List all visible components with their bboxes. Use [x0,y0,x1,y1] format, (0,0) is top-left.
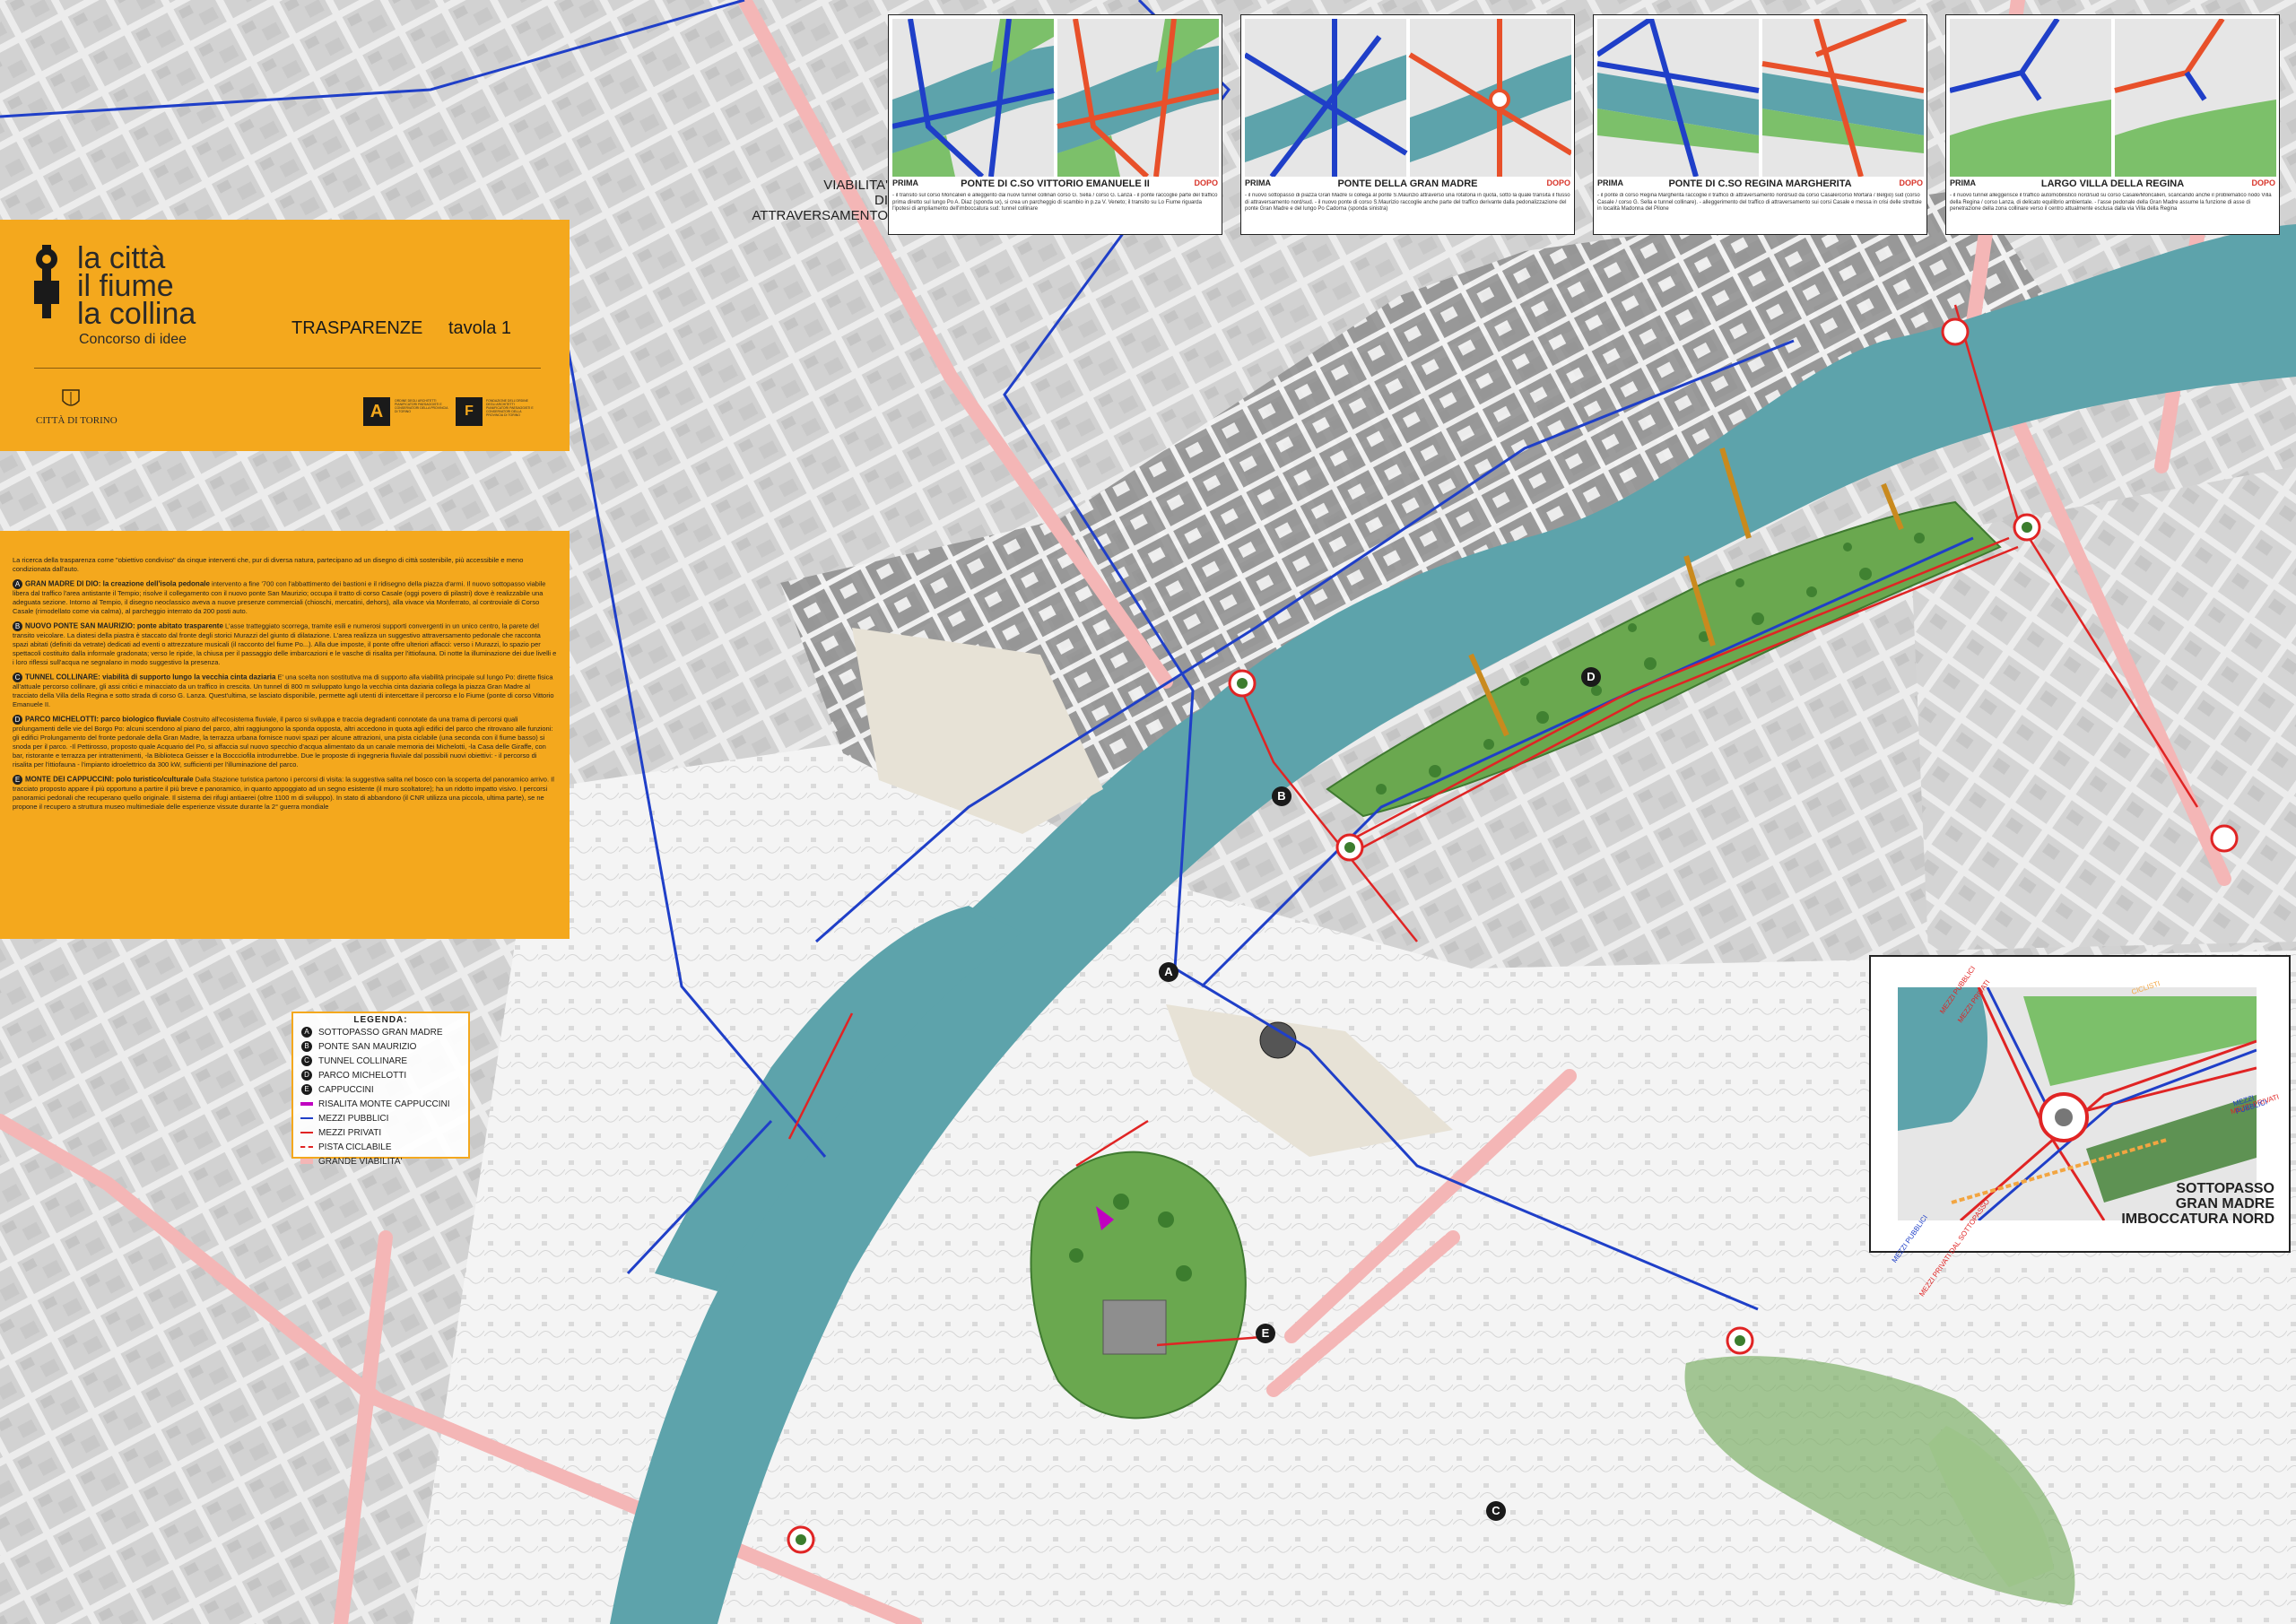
legend-marker-icon: D [300,1070,313,1081]
foundation-logo-icon: F [456,397,483,426]
legend-item-label: MEZZI PRIVATI [318,1127,382,1138]
inset-title-line-1: SOTTOPASSO [2176,1181,2274,1196]
title-box: la città il fiume la collina Concorso di… [0,220,570,451]
foundation-logo-text: FONDAZIONE DELL'ORDINE DEGLI ARCHITETTI … [486,399,534,417]
intro-text: La ricerca della trasparenza come "obiet… [13,556,524,573]
section-b: B NUOVO PONTE SAN MAURIZIO: ponte abitato… [13,621,557,667]
legend-item-label: SOTTOPASSO GRAN MADRE [318,1027,443,1038]
panel-3-dopo: DOPO [1899,178,1923,187]
legend-list: A SOTTOPASSO GRAN MADRE B PONTE SAN MAURIZI… [293,1025,468,1168]
legend-item: MEZZI PUBBLICI [293,1111,468,1125]
description-box: La ricerca della trasparenza come "obiet… [0,531,570,939]
panel-3-diagram [1597,19,1924,177]
inset-title: SOTTOPASSO GRAN MADRE IMBOCCATURA NORD [2121,1181,2274,1227]
panel-1-title: PONTE DI C.SO VITTORIO EMANUELE II [961,178,1150,189]
viabilita-label: VIABILITA' DI ATTRAVERSAMENTO [735,178,888,223]
panel-villa-regina[interactable]: PRIMA LARGO VILLA DELLA REGINA DOPO - il… [1945,14,2280,235]
legend-item-label: MEZZI PUBBLICI [318,1113,389,1124]
legend-item: GRANDE VIABILITA' [293,1154,468,1168]
legend-item: PISTA CICLABILE [293,1140,468,1154]
city-crest-icon [62,389,80,406]
panel-1-diagram [892,19,1219,177]
panel-4-diagram [1950,19,2276,177]
panel-vittorio-emanuele[interactable]: PRIMA PONTE DI C.SO VITTORIO EMANUELE II… [888,14,1222,235]
city-logo-text: CITTÀ DI TORINO [36,415,117,426]
letter-c-icon: C [13,673,22,682]
legend-item-label: PARCO MICHELOTTI [318,1070,407,1081]
section-d-heading: PARCO MICHELOTTI: parco biologico fluvia… [25,715,181,724]
legend-item: B PONTE SAN MAURIZIO [293,1039,468,1054]
inset-title-line-3: IMBOCCATURA NORD [2121,1211,2274,1227]
panel-4-desc: - il nuovo tunnel alleggerisce il traffi… [1950,193,2272,212]
legend-item-label: TUNNEL COLLINARE [318,1055,408,1066]
legend-magenta-line-icon [300,1099,313,1109]
legend-item: E CAPPUCCINI [293,1082,468,1097]
section-title: TRASPARENZE [291,318,423,338]
section-e: E MONTE DEI CAPPUCCINI: polo turistico/cu… [13,775,557,812]
legend-item-label: PISTA CICLABILE [318,1142,392,1152]
panel-3-title: PONTE DI C.SO REGINA MARGHERITA [1668,178,1852,189]
panel-2-dopo: DOPO [1546,178,1570,187]
legend-item-label: PONTE SAN MAURIZIO [318,1041,417,1052]
letter-b-icon: B [13,621,22,631]
legend-item: MEZZI PRIVATI [293,1125,468,1140]
panel-4-title: LARGO VILLA DELLA REGINA [2040,178,2185,189]
legend-item-label: CAPPUCCINI [318,1084,374,1095]
map-marker-b[interactable]: B [1272,786,1292,806]
legend-item: C TUNNEL COLLINARE [293,1054,468,1068]
legend-item: RISALITA MONTE CAPPUCCINI [293,1097,468,1111]
legend-item-label: RISALITA MONTE CAPPUCCINI [318,1099,450,1109]
legend-marker-icon: C [300,1055,313,1066]
map-marker-d[interactable]: D [1581,667,1601,687]
map-marker-c[interactable]: C [1486,1501,1506,1521]
map-marker-a[interactable]: A [1159,962,1178,982]
legend-blue-line-icon [300,1113,313,1124]
legend-marker-icon: B [300,1041,313,1052]
panel-1-dopo: DOPO [1194,178,1218,187]
panel-2-diagram [1245,19,1571,177]
legend-title: LEGENDA: [353,1015,408,1025]
section-a: A GRAN MADRE DI DIO: la creazione dell'is… [13,579,557,616]
section-c: C TUNNEL COLLINARE: viabilità di supporto… [13,673,557,709]
viabilita-line-1: VIABILITA' [823,178,888,193]
brand-line-3: la collina [77,297,196,331]
legend-red-line-icon [300,1127,313,1138]
panel-gran-madre[interactable]: PRIMA PONTE DELLA GRAN MADRE DOPO - il n… [1240,14,1575,235]
map-marker-e[interactable]: E [1256,1324,1275,1343]
letter-d-icon: D [13,715,22,725]
section-d: D PARCO MICHELOTTI: parco biologico fluvi… [13,715,557,769]
section-b-heading: NUOVO PONTE SAN MAURIZIO: ponte abitato … [25,621,223,630]
letter-e-icon: E [13,775,22,785]
panel-3-desc: - il ponte di corso Regina Margherita ra… [1597,193,1922,212]
inset-sottopasso[interactable]: MEZZI PUBBLICI MEZZI PRIVATI CICLISTI ME… [1869,955,2291,1298]
architects-logo-text: ORDINE DEGLI ARCHITETTI PIANIFICATORI PA… [395,399,448,413]
panel-2-title: PONTE DELLA GRAN MADRE [1337,178,1478,189]
legend-item: A SOTTOPASSO GRAN MADRE [293,1025,468,1039]
divider [34,368,541,369]
logo-figure-icon [34,245,59,318]
brand-subtitle: Concorso di idee [79,332,187,347]
legend-marker-icon: A [300,1027,313,1038]
panel-1-desc: - il transito sul corso Moncalieri è all… [892,193,1218,212]
legend-dashred-line-icon [300,1142,313,1152]
section-c-heading: TUNNEL COLLINARE: viabilità di supporto … [25,673,276,682]
panel-regina-margherita[interactable]: PRIMA PONTE DI C.SO REGINA MARGHERITA DO… [1593,14,1927,235]
sheet-number: tavola 1 [448,318,512,338]
architects-logo-icon: A [363,397,390,426]
legend-marker-icon: E [300,1084,313,1095]
legend-item: D PARCO MICHELOTTI [293,1068,468,1082]
section-a-heading: GRAN MADRE DI DIO: la creazione dell'iso… [25,579,210,588]
legend: LEGENDA: A SOTTOPASSO GRAN MADRE B PONTE SA… [291,1012,470,1167]
legend-item-label: GRANDE VIABILITA' [318,1156,403,1167]
viabilita-line-2: DI [874,193,888,208]
letter-a-icon: A [13,579,22,589]
inset-title-line-2: GRAN MADRE [2175,1196,2274,1211]
legend-pink-line-icon [300,1156,313,1167]
panel-2-desc: - il nuovo sottopasso di piazza Gran Mad… [1245,193,1570,212]
viabilita-line-3: ATTRAVERSAMENTO [752,208,888,223]
panel-4-dopo: DOPO [2251,178,2275,187]
section-e-heading: MONTE DEI CAPPUCCINI: polo turistico/cul… [25,775,194,784]
